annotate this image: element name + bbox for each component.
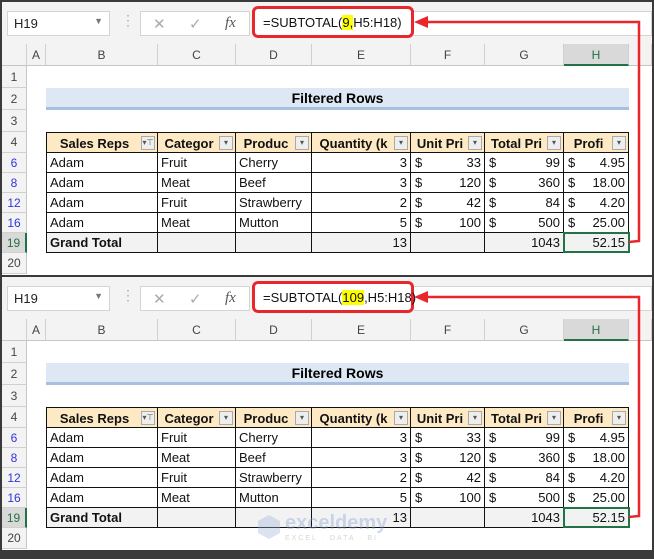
watermark-name: exceldemy [285,512,388,534]
spreadsheet-panel-2: H19 ▼ ⋮ ✕ ✓ fx =SUBTOTAL(109,H5:H18) A B C D E F G H 1 2… [2,277,652,550]
exceldemy-logo-watermark: exceldemy EXCEL · DATA · BI [257,512,387,542]
watermark-text: exceldemy EXCEL · DATA · BI [285,512,387,542]
red-arrow-annotation [414,16,641,244]
watermark-tagline: EXCEL · DATA · BI [285,535,378,542]
spreadsheet-panel-1: H19 ▼ ⋮ ✕ ✓ fx =SUBTOTAL(9,H5:H18) A B C D E F G H 1 2 3 4… [2,2,652,275]
red-arrow-annotation [414,291,641,519]
